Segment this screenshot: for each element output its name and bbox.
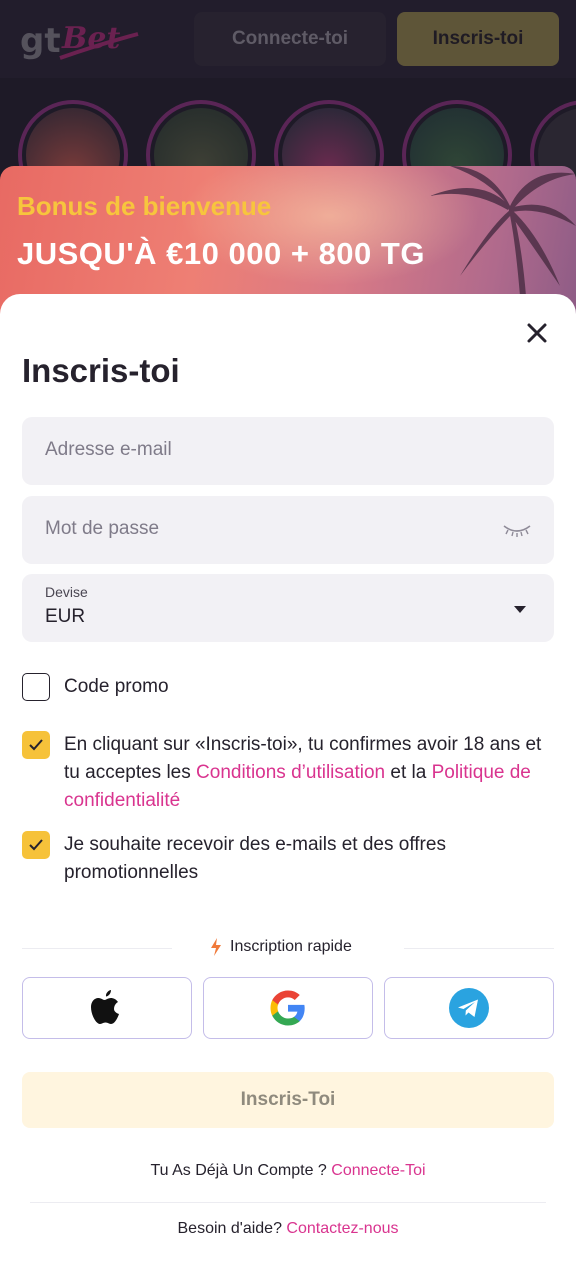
checkmark-icon	[29, 739, 43, 751]
header-login-button[interactable]: Connecte-toi	[194, 12, 386, 66]
help-line: Besoin d'aide? Contactez-nous	[32, 1220, 544, 1238]
lightning-icon	[211, 938, 221, 956]
help-text: Besoin d'aide?	[177, 1220, 282, 1237]
telegram-signup-button[interactable]	[384, 977, 554, 1039]
terms-checkbox[interactable]	[22, 731, 50, 759]
header-signup-button[interactable]: Inscris-toi	[397, 12, 559, 66]
stories-strip	[0, 78, 576, 178]
gtbet-logo[interactable]: gt Bet	[20, 14, 140, 64]
google-signup-button[interactable]	[203, 977, 373, 1039]
password-field[interactable]: Mot de passe	[22, 496, 554, 564]
divider	[404, 948, 554, 949]
promo-code-label: Code promo	[64, 676, 169, 697]
banner-subtitle: Bonus de bienvenue	[17, 191, 272, 221]
google-icon	[270, 990, 305, 1026]
svg-text:Bet: Bet	[61, 21, 120, 56]
currency-label: Devise	[45, 584, 88, 600]
apple-icon	[91, 990, 119, 1024]
login-link[interactable]: Connecte-Toi	[331, 1162, 425, 1179]
divider	[30, 1202, 546, 1203]
apple-signup-button[interactable]	[22, 977, 192, 1039]
conditions-link[interactable]: Conditions d’utilisation	[196, 762, 385, 783]
currency-value: EUR	[45, 606, 86, 627]
marketing-row: Je souhaite recevoir des e-mails et des …	[22, 831, 554, 887]
contact-link[interactable]: Contactez-nous	[286, 1220, 398, 1237]
quick-signup-label: Inscription rapide	[230, 938, 352, 955]
have-account-line: Tu As Déjà Un Compte ? Connecte-Toi	[32, 1162, 544, 1180]
promo-code-row[interactable]: Code promo	[22, 673, 554, 701]
divider	[22, 948, 172, 949]
terms-middle: et la	[385, 762, 432, 783]
marketing-label: Je souhaite recevoir des e-mails et des …	[64, 834, 446, 883]
terms-row: En cliquant sur «Inscris-toi», tu confir…	[22, 731, 554, 815]
svg-text:gt: gt	[20, 21, 61, 61]
terms-text: En cliquant sur «Inscris-toi», tu confir…	[64, 731, 554, 815]
marketing-checkbox[interactable]	[22, 831, 50, 859]
top-bar: gt Bet Connecte-toi Inscris-toi	[0, 0, 576, 78]
currency-select[interactable]: Devise EUR	[22, 574, 554, 642]
palm-tree-illustration	[430, 166, 576, 296]
banner-title: JUSQU'À €10 000 + 800 TG	[17, 236, 425, 271]
quick-signup-heading: Inscription rapide	[210, 938, 352, 956]
email-placeholder: Adresse e-mail	[45, 439, 172, 460]
close-icon[interactable]	[522, 318, 552, 348]
telegram-icon	[449, 988, 489, 1028]
page-title: Inscris-toi	[22, 352, 180, 389]
checkmark-icon	[29, 839, 43, 851]
password-placeholder: Mot de passe	[45, 518, 160, 539]
chevron-down-icon	[514, 606, 526, 613]
promo-code-checkbox[interactable]	[22, 673, 50, 701]
email-field[interactable]: Adresse e-mail	[22, 417, 554, 485]
submit-signup-button[interactable]: Inscris-Toi	[22, 1072, 554, 1128]
eye-closed-icon[interactable]	[502, 522, 532, 538]
have-account-text: Tu As Déjà Un Compte ?	[150, 1162, 327, 1179]
